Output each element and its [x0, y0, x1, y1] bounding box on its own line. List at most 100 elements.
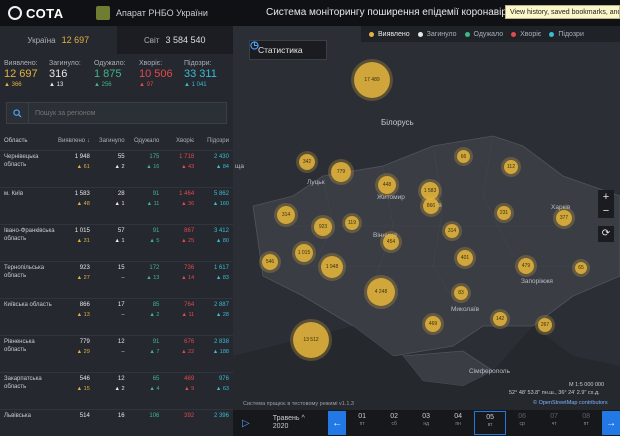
table-row[interactable]: Івано-Франківська область 1 015 ▲ 31 57 ▲ 19…	[0, 224, 233, 261]
cell-count: 2 430	[213, 154, 229, 160]
header-region[interactable]: Область	[4, 138, 55, 150]
header-active[interactable]: Хворіє	[159, 138, 194, 150]
header-confirmed[interactable]: Виявлено ↓	[55, 138, 90, 150]
cell-value: 2 838 ▲ 188	[194, 339, 229, 372]
table-row[interactable]: Чернівецька область 1 948 ▲ 61 55 ▲ 2 175 ▲ 16…	[0, 150, 233, 187]
table-row[interactable]: м. Київ 1 583 ▲ 48 28 ▲ 1 91 ▲ 11 1 464 ▲ 36 5 86…	[0, 187, 233, 224]
case-cluster[interactable]: 866	[423, 198, 439, 214]
map-view[interactable]: Статистика Виявлено Загинуло Одужало Хворіє…	[233, 26, 620, 410]
case-cluster[interactable]: 314	[277, 206, 295, 224]
arrow-up-icon: ▲	[76, 275, 84, 281]
case-cluster[interactable]: 469	[425, 316, 441, 332]
arrow-up-icon: ▲	[181, 164, 189, 170]
tab-ukraine[interactable]: Україна 12 697	[0, 26, 117, 54]
zoom-out-button[interactable]: −	[598, 204, 614, 218]
case-cluster[interactable]: 83	[454, 286, 468, 300]
table-row[interactable]: Тернопільська область 923 ▲ 27 15–172 ▲ 13 73…	[0, 261, 233, 298]
case-cluster[interactable]: 377	[556, 210, 572, 226]
case-cluster[interactable]: 546	[262, 254, 278, 270]
cell-value: 469 ▲ 9	[159, 376, 194, 409]
cell-count: 16	[117, 413, 125, 419]
day-item[interactable]: 06 ср	[506, 411, 538, 435]
table-header: Область Виявлено ↓ Загинуло Одужало Хвор…	[0, 138, 233, 150]
case-cluster[interactable]: 454	[383, 234, 399, 250]
stat-value: 316	[49, 68, 68, 80]
sota-logo[interactable]: СОТА	[0, 6, 96, 21]
scope-tabs: Україна 12 697 Світ 3 584 540	[0, 26, 233, 54]
day-item[interactable]: 04 пн	[442, 411, 474, 435]
map-legend: Виявлено Загинуло Одужало Хворіє Підозри	[361, 26, 620, 42]
header-deaths[interactable]: Загинуло	[90, 138, 125, 150]
cell-value: 3 412 ▲ 80	[194, 228, 229, 261]
table-row[interactable]: Закарпатська область 546 ▲ 15 12 ▲ 2 65 ▲ 4 469…	[0, 372, 233, 409]
case-cluster[interactable]: 142	[493, 312, 507, 326]
legend-item[interactable]: Хворіє	[511, 31, 541, 38]
day-item[interactable]: 05 вт	[474, 411, 507, 435]
case-cluster[interactable]: 779	[331, 162, 351, 182]
case-cluster[interactable]: 17 489	[354, 62, 390, 98]
search-icon[interactable]	[7, 103, 29, 123]
play-icon[interactable]: ▷	[233, 410, 259, 436]
case-cluster[interactable]: 13 512	[293, 322, 329, 358]
case-cluster[interactable]: 66	[457, 150, 470, 163]
cell-count: 2 396	[213, 413, 229, 419]
case-cluster[interactable]: 479	[518, 258, 534, 274]
cell-count: 15	[117, 265, 125, 271]
day-item[interactable]: 07 чт	[538, 411, 570, 435]
cell-delta-value: 83	[222, 275, 229, 281]
header-suspected[interactable]: Підозри	[194, 138, 229, 150]
tab-world[interactable]: Світ 3 584 540	[116, 26, 233, 54]
day-item[interactable]: 01 пт	[346, 411, 378, 435]
legend-item[interactable]: Виявлено	[369, 31, 410, 38]
case-cluster[interactable]: 401	[457, 250, 473, 266]
day-item[interactable]: 03 нд	[410, 411, 442, 435]
case-cluster[interactable]: 1 015	[295, 244, 313, 262]
stat-label: Виявлено:	[4, 60, 38, 67]
osm-attribution[interactable]: © OpenStreetMap contributors	[533, 400, 608, 406]
cell-delta: ▲ 48	[55, 201, 90, 207]
case-cluster[interactable]: 267	[538, 318, 552, 332]
search-input[interactable]	[29, 109, 219, 117]
prev-day-button[interactable]: ←	[328, 411, 347, 435]
cell-delta: ▲ 13	[55, 312, 90, 318]
header-recovered[interactable]: Одужало	[125, 138, 159, 150]
case-cluster[interactable]: 448	[378, 176, 396, 194]
cell-count: 2 887	[213, 302, 229, 308]
legend-item[interactable]: Загинуло	[417, 31, 457, 38]
case-cluster[interactable]: 112	[504, 160, 518, 174]
cell-count: 91	[152, 228, 160, 234]
cell-value: 1 464 ▲ 36	[159, 191, 194, 224]
day-item[interactable]: 08 пт	[570, 411, 602, 435]
label-zaporizhzhia: Запоріжжя	[521, 278, 553, 285]
region-name: Чернівецька область	[4, 154, 39, 168]
refresh-icon[interactable]: ⟳	[598, 226, 614, 242]
case-cluster[interactable]: 65	[575, 262, 587, 274]
case-cluster[interactable]: 314	[445, 224, 459, 238]
case-cluster[interactable]: 119	[345, 216, 359, 230]
case-cluster[interactable]: 342	[299, 154, 315, 170]
statistics-button[interactable]: Статистика	[249, 40, 327, 60]
day-item[interactable]: 02 сб	[378, 411, 410, 435]
case-cluster[interactable]: 4 248	[367, 278, 395, 306]
case-cluster[interactable]: 1 948	[321, 256, 343, 278]
weekday: вт	[487, 422, 493, 429]
month-label: Травень	[272, 414, 300, 422]
zoom-in-button[interactable]: +	[598, 190, 614, 204]
next-day-button[interactable]: →	[602, 411, 620, 435]
table-row[interactable]: Рівненська область 779 ▲ 29 12 – 91 ▲ 7 676 ▲ 22…	[0, 335, 233, 372]
region-name: Тернопільська область	[4, 265, 45, 279]
cell-value: 676 ▲ 22	[159, 339, 194, 372]
table-row[interactable]: Львівська 514 16 106 392 2 396	[0, 409, 233, 436]
arrow-up-icon: ▲	[114, 164, 122, 170]
case-cluster[interactable]: 923	[314, 218, 332, 236]
label-mykolaiv: Миколаїв	[451, 306, 480, 313]
legend-item[interactable]: Одужало	[464, 31, 503, 38]
cell-delta: ▲ 25	[159, 238, 194, 244]
month-selector[interactable]: Травень ^ 2020	[259, 415, 329, 432]
case-cluster[interactable]: 231	[497, 206, 511, 220]
cell-value: 91 ▲ 5	[125, 228, 160, 261]
table-row[interactable]: Київська область 866 ▲ 13 17–85 ▲ 2 764 ▲ 11 2 …	[0, 298, 233, 335]
cell-value: 12 –	[90, 339, 125, 372]
legend-item[interactable]: Підозри	[549, 31, 584, 38]
arrow-up-icon: ▲	[76, 349, 84, 355]
